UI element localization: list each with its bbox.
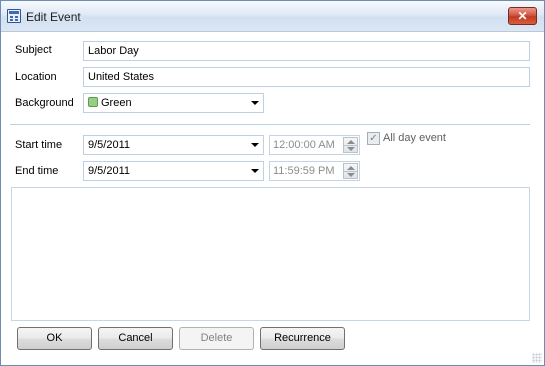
spin-down-icon[interactable] — [347, 147, 355, 151]
chevron-down-icon[interactable] — [251, 101, 259, 105]
location-input[interactable]: United States — [83, 67, 530, 87]
resize-grip[interactable] — [532, 353, 542, 363]
end-time-label: End time — [15, 165, 59, 177]
background-label: Background — [15, 97, 74, 109]
spin-divider — [344, 171, 357, 172]
ok-button[interactable]: OK — [17, 327, 92, 350]
color-swatch — [88, 97, 98, 107]
start-date-select[interactable]: 9/5/2011 — [83, 135, 264, 155]
subject-label: Subject — [15, 44, 52, 56]
location-label: Location — [15, 71, 57, 83]
delete-button[interactable]: Delete — [179, 327, 254, 350]
spin-up-icon[interactable] — [347, 166, 355, 170]
description-textarea[interactable] — [11, 187, 530, 321]
chevron-down-icon[interactable] — [251, 169, 259, 173]
edit-event-dialog: Edit Event ✕ Subject Labor Day Location … — [0, 0, 545, 366]
start-time-label: Start time — [15, 139, 63, 151]
close-button[interactable]: ✕ — [508, 7, 537, 25]
spin-divider — [344, 145, 357, 146]
start-time-input[interactable]: 12:00:00 AM — [269, 135, 360, 155]
spin-up-icon[interactable] — [347, 140, 355, 144]
end-date-select[interactable]: 9/5/2011 — [83, 161, 264, 181]
end-time-value: 11:59:59 PM — [273, 165, 335, 177]
background-select[interactable]: Green — [83, 93, 264, 113]
all-day-checkbox[interactable]: ✓ — [367, 132, 380, 145]
spin-down-icon[interactable] — [347, 173, 355, 177]
cancel-button[interactable]: Cancel — [98, 327, 173, 350]
separator — [10, 124, 530, 125]
recurrence-button[interactable]: Recurrence — [260, 327, 345, 350]
start-time-spinner[interactable] — [343, 137, 358, 153]
background-value: Green — [101, 97, 132, 109]
calendar-icon — [7, 9, 21, 23]
chevron-down-icon[interactable] — [251, 143, 259, 147]
window-title: Edit Event — [26, 10, 81, 24]
start-date-value: 9/5/2011 — [88, 139, 131, 151]
subject-input[interactable]: Labor Day — [83, 41, 530, 61]
end-date-value: 9/5/2011 — [88, 165, 131, 177]
end-time-spinner[interactable] — [343, 163, 358, 179]
start-time-value: 12:00:00 AM — [273, 139, 335, 151]
title-bar[interactable]: Edit Event ✕ — [1, 1, 544, 32]
end-time-input[interactable]: 11:59:59 PM — [269, 161, 360, 181]
all-day-label[interactable]: All day event — [383, 132, 446, 144]
check-icon: ✓ — [369, 133, 378, 144]
